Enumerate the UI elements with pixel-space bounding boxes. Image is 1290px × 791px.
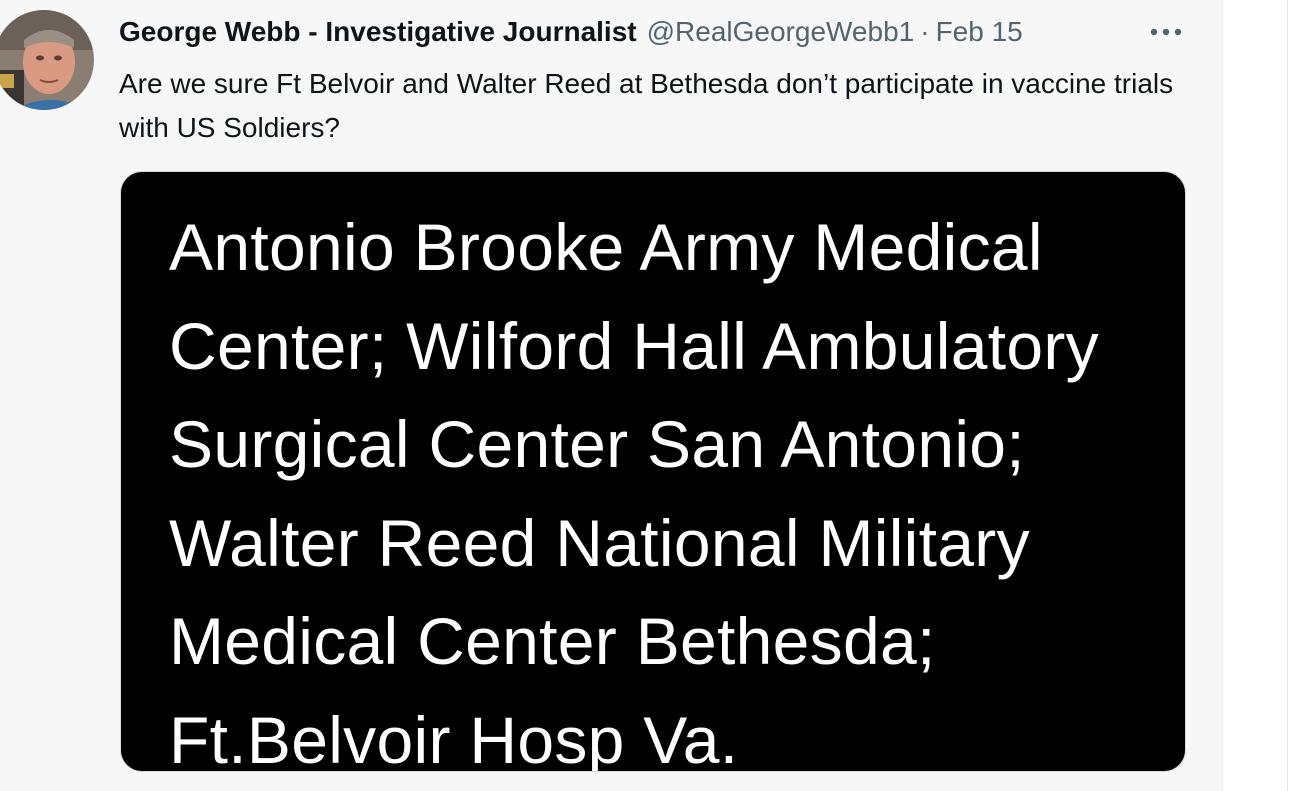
page: George Webb - Investigative Journalist @… bbox=[0, 0, 1290, 791]
more-options-button[interactable] bbox=[1146, 16, 1186, 48]
media-text-line: Medical Center Bethesda; bbox=[169, 604, 936, 678]
media-text-line: Center; Wilford Hall Ambulatory bbox=[169, 308, 1099, 383]
media-text-line: Walter Reed National Military bbox=[169, 505, 1030, 580]
divider bbox=[1287, 0, 1288, 791]
avatar-photo bbox=[0, 10, 94, 110]
tweet-text: Are we sure Ft Belvoir and Walter Reed a… bbox=[119, 68, 1174, 143]
tweet-header: George Webb - Investigative Journalist @… bbox=[119, 14, 1023, 50]
right-sidebar-edge bbox=[1222, 0, 1290, 791]
author-handle[interactable]: @RealGeorgeWebb1 bbox=[647, 16, 915, 48]
media-text-line: Ft.Belvoir Hosp Va. bbox=[169, 702, 739, 772]
media-text-line: Antonio Brooke Army Medical bbox=[169, 210, 1043, 284]
media-text-block: Antonio Brooke Army Medical Center; Wilf… bbox=[169, 198, 1099, 772]
author-avatar[interactable] bbox=[0, 10, 94, 110]
more-horizontal-icon bbox=[1150, 28, 1182, 36]
author-name[interactable]: George Webb - Investigative Journalist bbox=[119, 16, 637, 48]
separator-dot: · bbox=[920, 16, 930, 47]
tweet-date[interactable]: Feb 15 bbox=[936, 16, 1023, 48]
media-text-line: Surgical Center San Antonio; bbox=[169, 407, 1025, 481]
tweet-card[interactable]: George Webb - Investigative Journalist @… bbox=[0, 0, 1222, 791]
tweet-media-image[interactable]: Antonio Brooke Army Medical Center; Wilf… bbox=[120, 171, 1186, 772]
